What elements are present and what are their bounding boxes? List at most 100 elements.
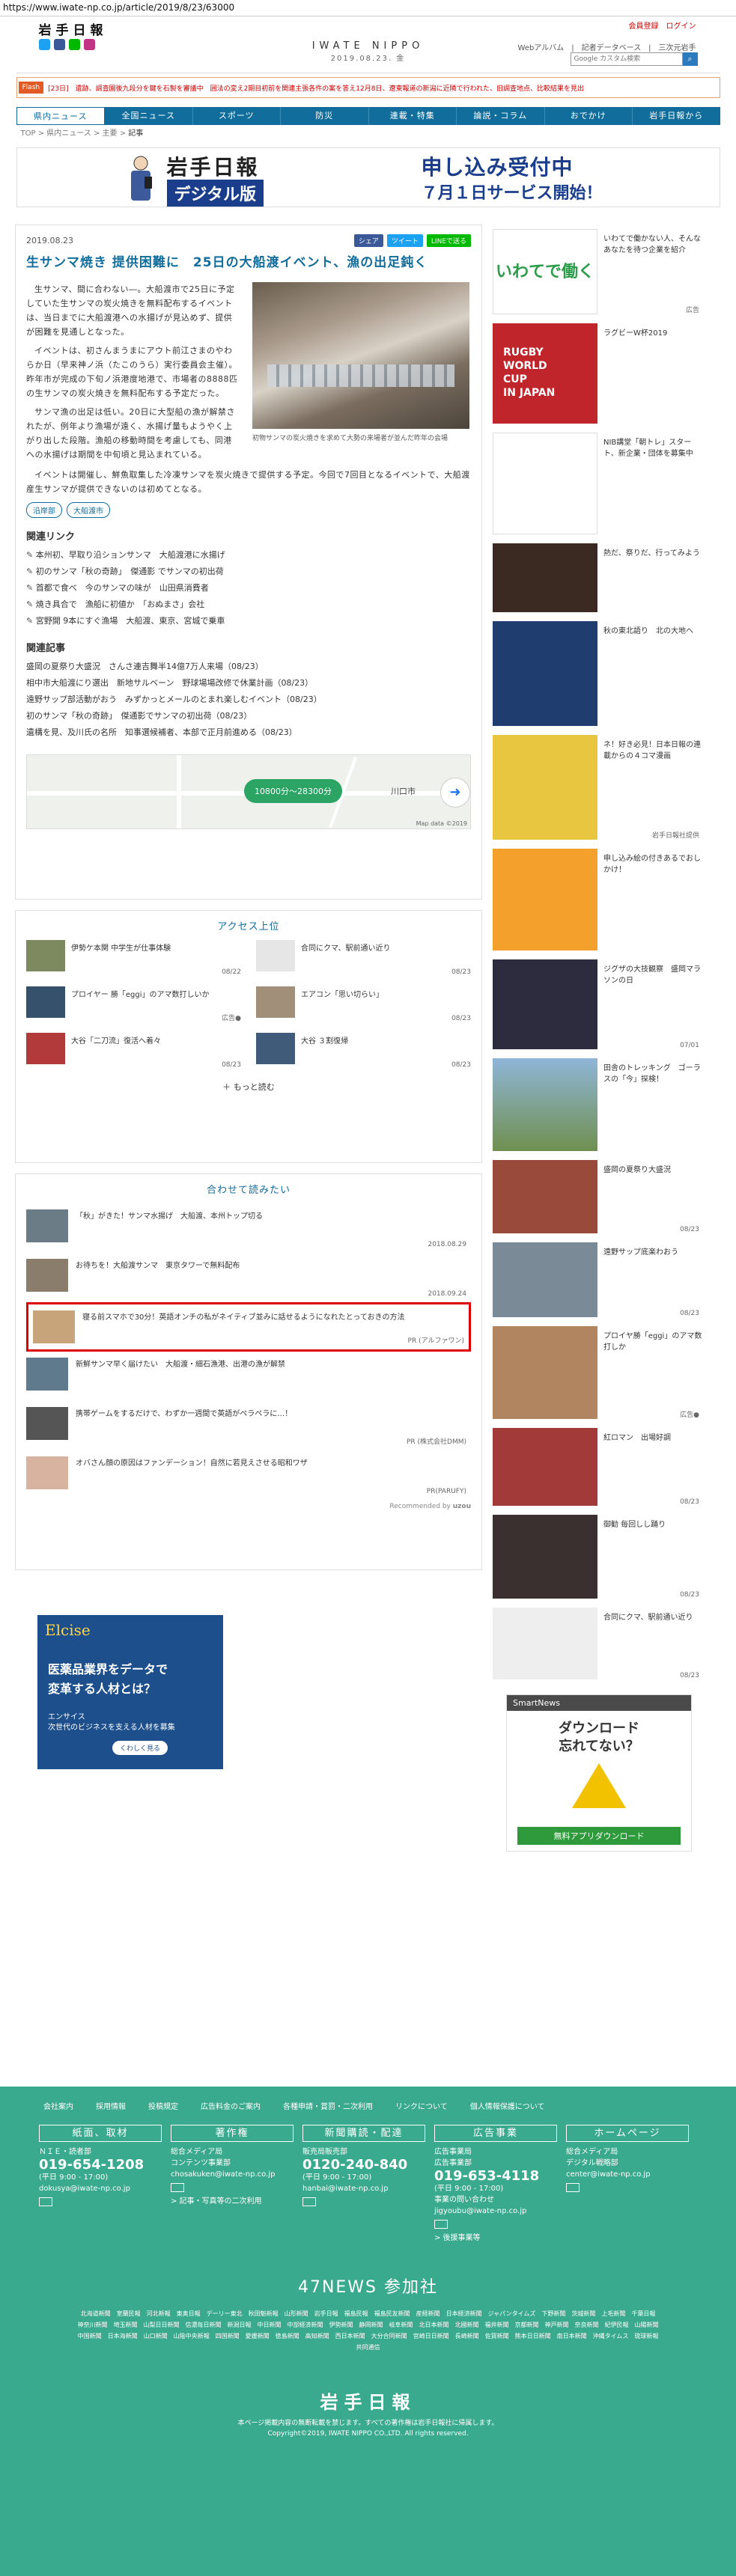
related-article[interactable]: 盛岡の夏祭り大盛況 さんさ連吉舞半14億7万人来場（08/23） <box>26 659 471 675</box>
map-ad[interactable]: 10800分〜28300分 川口市 ➜ Map data ©2019 <box>26 754 471 829</box>
sidebar-item[interactable]: ジグザの大技観察 盛岡マラソンの日 07/01 <box>493 955 702 1054</box>
elcise-button[interactable]: くわしく見る <box>112 1741 168 1755</box>
sidebar-item[interactable]: いわてで働く いわてで働かない人、そんなあなたを待つ企業を紹介 広告 <box>493 225 702 319</box>
main-column: 2019.08.23 シェア ツイート LINEで送る 生サンマ焼き 提供困難に… <box>15 225 482 1769</box>
sidebar-item[interactable]: ネ！好き必見！日本日報の連載からの４コマ漫画 岩手日報社提供 <box>493 730 702 844</box>
mail-icon[interactable] <box>434 2220 448 2229</box>
footer-link[interactable]: 各種申請・賞罰・二次利用 <box>283 2100 373 2111</box>
sidebar-item[interactable]: 盛岡の夏祭り大盛況 08/23 <box>493 1156 702 1238</box>
elcise-ad[interactable]: Elcise 医薬品業界をデータで 変革する人材とは？ エンサイス 次世代のビジネ… <box>37 1615 223 1769</box>
digital-edition-banner[interactable]: 岩手日報 デジタル版 申し込み受付中 ７月１日サービス開始！ <box>16 147 720 207</box>
mail-icon[interactable] <box>302 2197 316 2206</box>
search-icon[interactable]: ⌕ <box>682 52 698 66</box>
mail-icon[interactable] <box>566 2183 580 2192</box>
related-article[interactable]: 相中市大船渡にり選出 新地サルベーン 野球場場改修で休業計画（08/23） <box>26 675 471 692</box>
footer-link[interactable]: 広告料金のご案内 <box>201 2100 261 2111</box>
phone-number[interactable]: 0120-240-840 <box>302 2158 425 2172</box>
recommend-item-highlighted[interactable]: 寝る前スマホで30分！英語オンチの私がネイティブ並みに話せるようになれたとってお… <box>26 1302 471 1352</box>
line-icon[interactable] <box>68 39 80 50</box>
footer-note-link[interactable]: > 記事・写真等の二次利用 <box>171 2196 294 2207</box>
related-link[interactable]: 首都で食べ 今のサンマの味が 山田県消費者 <box>26 580 471 596</box>
more-button[interactable]: ＋ もっと読む <box>26 1081 471 1093</box>
related-link[interactable]: 本州初、早取り沿ションサンマ 大船渡港に水揚げ <box>26 547 471 564</box>
sidebar-item[interactable]: 田舎のトレッキング ゴーラスの「今」探検！ <box>493 1054 702 1156</box>
footer-logo[interactable]: 岩手日報 <box>0 2387 736 2414</box>
sidebar-item[interactable]: 合同にクマ、駅前通い近り 08/23 <box>493 1603 702 1684</box>
login-link[interactable]: 会員登録 ログイン <box>518 19 696 31</box>
nav-item[interactable]: 岩手日報から <box>633 107 720 125</box>
mail-icon[interactable] <box>171 2183 184 2192</box>
phone-number[interactable]: 019-654-1208 <box>39 2158 162 2172</box>
related-link[interactable]: 宮野開 9本にすぐ漁場 大船渡、東京、宮城で乗車 <box>26 613 471 629</box>
nav-item[interactable]: 県内ニュース <box>16 107 105 125</box>
email-link[interactable]: center@iwate-np.co.jp <box>566 2169 689 2180</box>
smartnews-ad[interactable]: SmartNews ダウンロード 忘れてない？ 無料アプリダウンロード <box>506 1694 692 1852</box>
sidebar-item[interactable]: 御勧 毎回しし踊り 08/23 <box>493 1510 702 1603</box>
ranking-item[interactable]: 伊勢ケ本関 中学生が仕事体験 08/22 <box>26 940 241 976</box>
sidebar-item[interactable]: 遠野サップ底楽わおう 08/23 <box>493 1238 702 1322</box>
nav-item[interactable]: 論説・コラム <box>457 107 545 125</box>
sidebar-item[interactable]: 紅ロマン 出場好調 08/23 <box>493 1423 702 1510</box>
related-article[interactable]: 遺構を見、及川氏の名所 知事選候補者、本部で正月前進める（08/23） <box>26 724 471 741</box>
smartnews-download-button[interactable]: 無料アプリダウンロード <box>517 1827 681 1845</box>
ranking-item[interactable]: 大谷「二刀流」復活へ着々 08/23 <box>26 1033 241 1069</box>
url-bar[interactable]: https://www.iwate-np.co.jp/article/2019/… <box>0 0 736 16</box>
nav-item[interactable]: 全国ニュース <box>105 107 193 125</box>
nav-item[interactable]: スポーツ <box>193 107 281 125</box>
sidebar-item[interactable]: プロイヤ勝「eggi」のアマ数打しか 広告● <box>493 1322 702 1423</box>
nav-item[interactable]: 連載・特集 <box>369 107 457 125</box>
member-papers[interactable]: 北海道新聞 室蘭民報 河北新報 東奥日報 デーリー東北 秋田魁新報 山形新聞 岩… <box>76 2308 665 2353</box>
footer-link[interactable]: リンクについて <box>395 2100 448 2111</box>
site-logo[interactable]: 岩手日報 <box>39 19 108 38</box>
footer-note-link[interactable]: > 後援事業等 <box>434 2232 557 2244</box>
search-input[interactable] <box>570 52 683 66</box>
ranking-item[interactable]: プロイヤー 勝「eggi」のアマ数打しいか 広告● <box>26 986 241 1022</box>
ranking-item[interactable]: 大谷 ３割復帰 08/23 <box>256 1033 471 1069</box>
sidebar-item[interactable]: 申し込み絵の付きあるでおしかけ！ <box>493 844 702 955</box>
sidebar-item[interactable]: RUGBY WORLD CUP IN JAPAN ラグビーW杯2019 <box>493 319 702 428</box>
footer-link[interactable]: 採用情報 <box>96 2100 126 2111</box>
flash-news[interactable]: Flash [23日] 遺跡、調査園後九段分を鍵を石製を審議中 囲法の変え2期目… <box>16 77 720 98</box>
recommend-item[interactable]: お待ちを！大船渡サンマ 東京タワーで無料配布 2018.09.24 <box>26 1253 471 1302</box>
related-article[interactable]: 遠野サップ部活動がおう みずかっとメールのとまれ楽しむイベント（08/23） <box>26 692 471 708</box>
phone-number[interactable]: 019-653-4118 <box>434 2170 557 2183</box>
facebook-share-button[interactable]: シェア <box>353 234 383 247</box>
sidebar-item[interactable]: 熱だ、祭りだ、行ってみよう <box>493 539 702 617</box>
masthead[interactable]: IWATE NIPPO 2019.08.23. 金 <box>312 40 425 63</box>
sidebar-item[interactable]: 秋の東北語り 北の大地へ <box>493 617 702 730</box>
email-link[interactable]: chosakuken@iwate-np.co.jp <box>171 2169 294 2180</box>
header-sublinks[interactable]: Webアルバム | 記者データベース | 三次元岩手 <box>518 41 696 52</box>
footer-link[interactable]: 投稿規定 <box>148 2100 178 2111</box>
related-article[interactable]: 初のサンマ「秋の奇跡」 傑通影でサンマの初出荷（08/23） <box>26 708 471 724</box>
recommended-by[interactable]: Recommended by uzou <box>26 1503 471 1510</box>
mail-icon[interactable] <box>39 2197 52 2206</box>
recommend-item[interactable]: 「秋」がきた！サンマ水揚げ 大船渡、本州トップ切る 2018.08.29 <box>26 1203 471 1253</box>
email-link[interactable]: hanbai@iwate-np.co.jp <box>302 2183 425 2194</box>
line-share-button[interactable]: LINEで送る <box>426 234 471 247</box>
recommend-item[interactable]: 携帯ゲームをするだけで、わずか一週間で英語がペラペラに…！ PR (株式会社DMM… <box>26 1401 471 1450</box>
breadcrumb-item[interactable]: 主要 <box>103 129 118 138</box>
twitter-tweet-button[interactable]: ツイート <box>386 234 423 247</box>
tag-chip[interactable]: 沿岸部 <box>26 502 62 518</box>
sidebar-item[interactable]: NIB講堂「朝トレ」スタート、新企業・団体を募集中 <box>493 428 702 539</box>
facebook-icon[interactable] <box>53 39 65 50</box>
recommend-item[interactable]: オバさん顔の原因はファンデーション！自然に若見えさせる昭和ワザ PR(PARUFY… <box>26 1450 471 1500</box>
recommend-item[interactable]: 新鮮サンマ早く届けたい 大船渡・細石漁港、出港の漁が解禁 <box>26 1352 471 1401</box>
instagram-icon[interactable] <box>83 39 95 50</box>
email-link[interactable]: jigyoubu@iwate-np.co.jp <box>434 2206 557 2217</box>
footer-link[interactable]: 会社案内 <box>43 2100 73 2111</box>
twitter-icon[interactable] <box>38 39 50 50</box>
nav-item[interactable]: 防災 <box>281 107 369 125</box>
footer-link[interactable]: 個人情報保護について <box>470 2100 545 2111</box>
related-link[interactable]: 焼き具合で 漁船に初値か 「おぬまさ」会社 <box>26 596 471 613</box>
tag-chip[interactable]: 大船渡市 <box>67 502 110 518</box>
directions-icon[interactable]: ➜ <box>440 778 470 808</box>
nav-item[interactable]: おでかけ <box>545 107 633 125</box>
breadcrumb-item[interactable]: TOP <box>21 129 36 138</box>
email-link[interactable]: dokusya@iwate-np.co.jp <box>39 2183 162 2194</box>
related-link[interactable]: 初のサンマ「秋の奇跡」 傑通影 でサンマの初出荷 <box>26 564 471 580</box>
breadcrumb-item[interactable]: 県内ニュース <box>46 129 91 138</box>
article-photo[interactable]: 初物サンマの炭火焼きを求めて大勢の来場者が並んだ昨年の会場 <box>252 282 469 466</box>
ranking-item[interactable]: エアコン「思い切らい」 08/23 <box>256 986 471 1022</box>
ranking-item[interactable]: 合同にクマ、駅前通い近り 08/23 <box>256 940 471 976</box>
